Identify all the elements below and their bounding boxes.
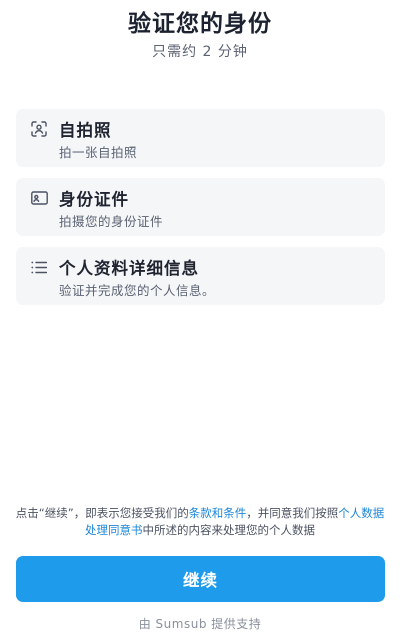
step-title: 个人资料详细信息 [59,259,199,278]
step-personal-details: 个人资料详细信息 验证并完成您的个人信息。 [16,247,385,305]
step-selfie: 自拍照 拍一张自拍照 [16,109,385,167]
consent-suffix: 中所述的内容来处理您的个人数据 [142,523,316,537]
step-description: 拍一张自拍照 [59,145,138,160]
step-description: 验证并完成您的个人信息。 [59,283,216,298]
terms-link[interactable]: 条款和条件 [189,506,247,520]
continue-button[interactable]: 继续 [16,556,385,602]
step-title: 身份证件 [59,190,129,209]
step-identity-document: 身份证件 拍摄您的身份证件 [16,178,385,236]
id-card-icon [30,189,48,207]
consent-prefix: 点击“继续”，即表示您接受我们的 [15,506,189,520]
consent-middle: ，并同意我们按照 [246,506,339,520]
powered-by-footer: 由 Sumsub 提供支持 [138,617,262,631]
consent-text: 点击“继续”，即表示您接受我们的条款和条件，并同意我们按照个人数据处理同意书中所… [12,505,388,539]
step-description: 拍摄您的身份证件 [59,214,164,229]
page-title: 验证您的身份 [128,11,272,37]
page-subtitle: 只需约 2 分钟 [152,44,248,60]
verification-steps-list: 自拍照 拍一张自拍照 身份证件 拍摄您的身份证件 个人资料详细信息 验证并完成您… [16,109,385,316]
selfie-face-icon [30,120,48,138]
list-icon [30,258,48,276]
step-title: 自拍照 [59,121,112,140]
